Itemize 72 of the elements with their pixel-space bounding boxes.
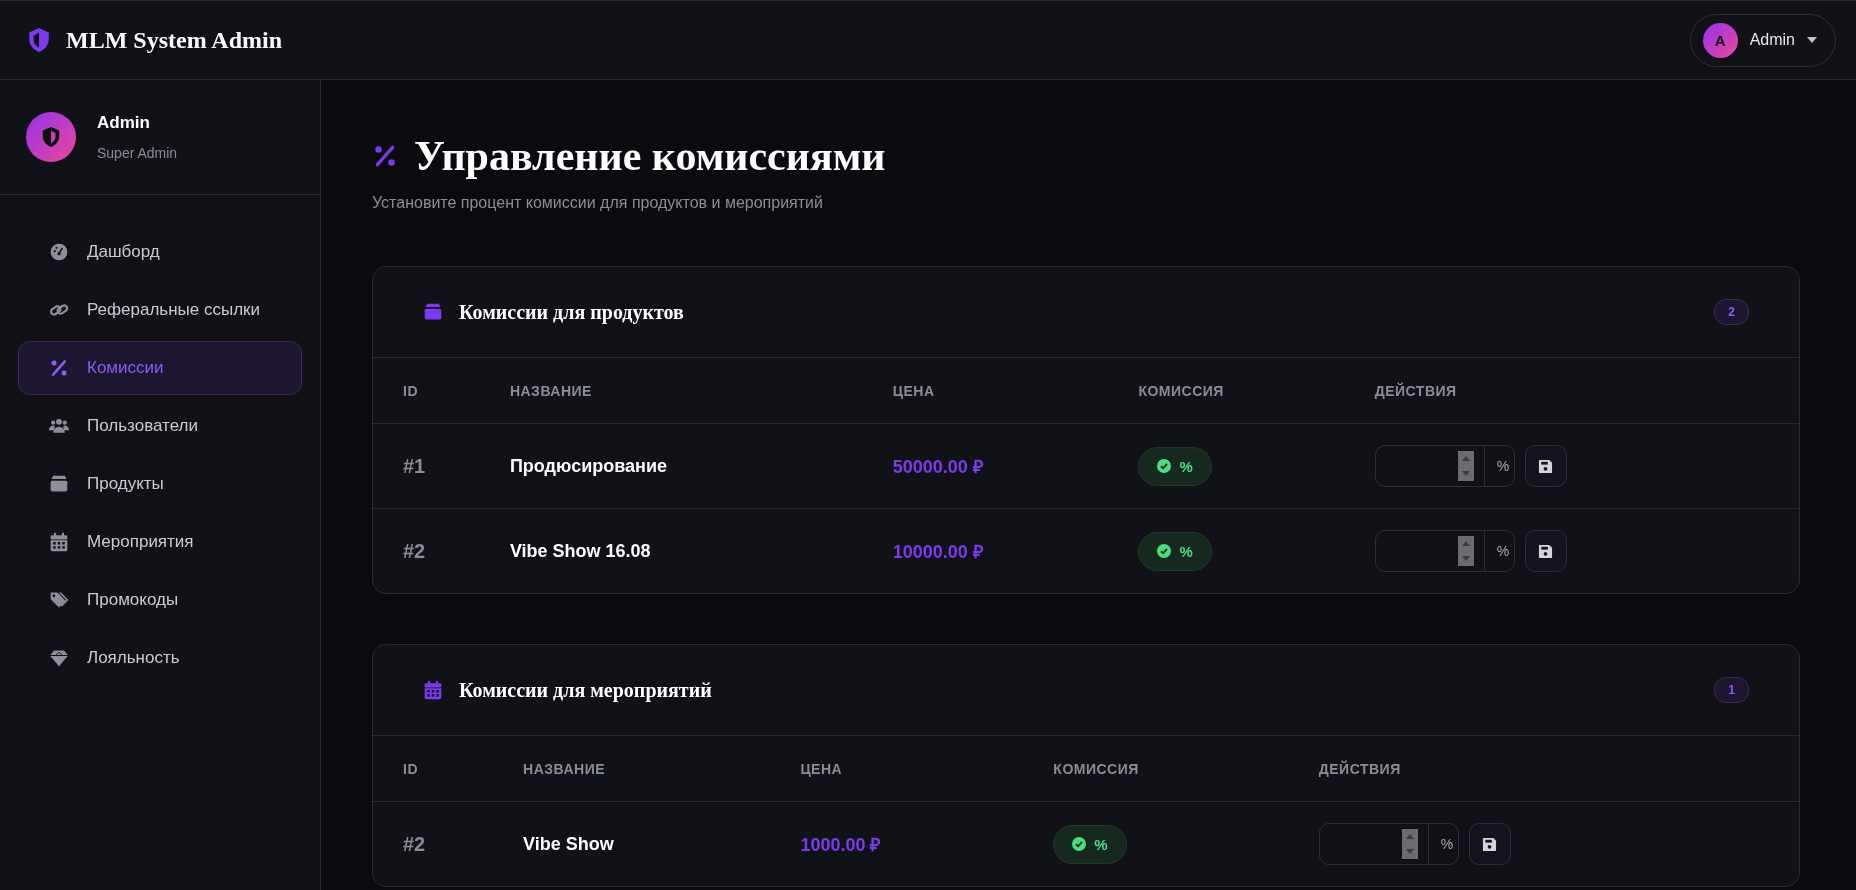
column-header: ID [373, 358, 480, 424]
percent-icon [372, 143, 398, 169]
user-menu-button[interactable]: A Admin [1689, 13, 1836, 67]
save-icon [1538, 543, 1554, 559]
percent-unit: % [1483, 531, 1522, 571]
id-cell: #1 [373, 423, 480, 509]
page-subtitle: Установите процент комиссии для продуктов и мероприятий [372, 194, 824, 212]
count-badge: 1 [1714, 677, 1749, 703]
check-circle-icon [1157, 544, 1172, 558]
brand-title: MLM System Admin [66, 26, 282, 54]
name-cell: Продюсирование [479, 423, 863, 509]
caret-icon [1807, 37, 1817, 43]
commission-badge: % [1138, 446, 1212, 486]
column-header: ДЕЙСТВИЯ [1288, 736, 1799, 802]
admin-avatar [26, 112, 76, 162]
calendar-icon [423, 680, 443, 700]
price-cell: 50000.00 ₽ [862, 423, 1109, 509]
commission-badge: % [1053, 824, 1127, 864]
percent-unit: % [1483, 446, 1522, 486]
percent-unit: % [1427, 824, 1466, 864]
column-header: КОМИССИЯ [1108, 358, 1345, 424]
column-header: ID [373, 736, 494, 802]
id-cell: #2 [373, 801, 494, 886]
card-title: Комиссии для продуктов [459, 300, 684, 324]
percent-icon [49, 358, 69, 378]
commission-badge: % [1138, 531, 1212, 571]
sidebar-item[interactable]: Промокоды [18, 573, 302, 627]
sidebar-item[interactable]: Комиссии [18, 341, 302, 395]
gauge-icon [49, 242, 69, 262]
check-circle-icon [1157, 459, 1172, 473]
sidebar-item[interactable]: Мероприятия [18, 515, 302, 569]
shield-icon [26, 27, 52, 53]
check-circle-icon [1072, 837, 1087, 851]
sidebar-item[interactable]: Продукты [18, 457, 302, 511]
profile-role: Super Admin [97, 145, 178, 161]
column-header: НАЗВАНИЕ [479, 358, 863, 424]
sidebar-item[interactable]: Лояльность [18, 631, 302, 685]
calendar-icon [49, 532, 69, 552]
box-icon [423, 302, 443, 322]
box-icon [49, 474, 69, 494]
profile-name: Admin [97, 113, 151, 133]
column-header: КОМИССИЯ [1023, 736, 1289, 802]
column-header: НАЗВАНИЕ [493, 736, 771, 802]
card-title: Комиссии для мероприятий [459, 678, 712, 702]
price-cell: 10000.00 ₽ [862, 508, 1109, 593]
page-title: Управление комиссиями [414, 132, 886, 180]
price-cell: 1000.00 ₽ [770, 801, 1024, 886]
name-cell: Vibe Show 16.08 [479, 508, 863, 593]
column-header: ДЕЙСТВИЯ [1344, 358, 1799, 424]
sidebar-item[interactable]: Пользователи [18, 399, 302, 453]
id-cell: #2 [373, 508, 480, 593]
save-button[interactable] [1524, 530, 1567, 572]
spinner-icon[interactable] [1401, 829, 1418, 859]
save-icon [1538, 458, 1554, 474]
save-button[interactable] [1468, 823, 1511, 865]
percent-input-field[interactable]: % [1374, 530, 1515, 572]
spinner-icon[interactable] [1457, 536, 1474, 566]
save-button[interactable] [1524, 445, 1567, 487]
name-cell: Vibe Show [493, 801, 771, 886]
column-header: ЦЕНА [862, 358, 1109, 424]
sidebar-item[interactable]: Реферальные ссылки [18, 283, 302, 337]
spinner-icon[interactable] [1457, 451, 1474, 481]
sidebar-item[interactable]: Дашборд [18, 225, 302, 279]
users-icon [49, 416, 69, 436]
percent-input-field[interactable]: % [1318, 823, 1459, 865]
tag-icon [49, 590, 69, 610]
count-badge: 2 [1714, 299, 1749, 325]
gem-icon [49, 648, 69, 668]
save-icon [1482, 836, 1498, 852]
user-avatar: A [1702, 22, 1738, 58]
column-header: ЦЕНА [770, 736, 1024, 802]
percent-input-field[interactable]: % [1374, 445, 1515, 487]
